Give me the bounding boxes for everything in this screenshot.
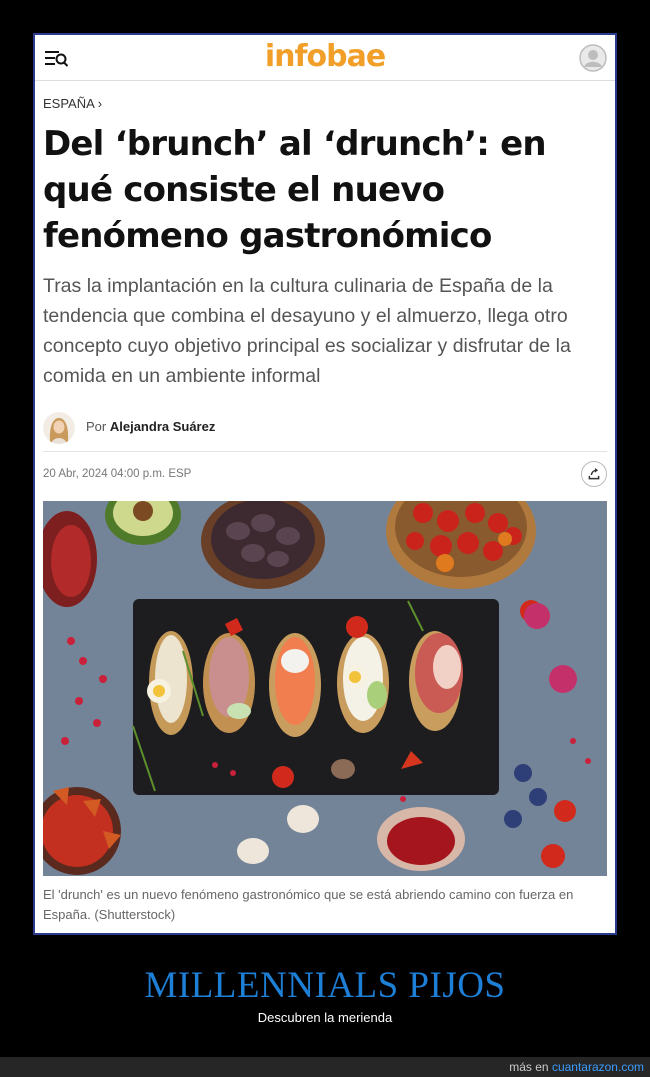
- article-headline: Del ‘brunch’ al ‘drunch’: en qué consist…: [43, 124, 547, 256]
- author-avatar[interactable]: [43, 412, 75, 444]
- footer-prefix: más en: [509, 1060, 549, 1074]
- image-caption: El 'drunch' es un nuevo fenómeno gastron…: [43, 887, 574, 922]
- share-icon[interactable]: [581, 461, 607, 487]
- breadcrumb-section[interactable]: ESPAÑA ›: [43, 96, 102, 111]
- publish-date: 20 Abr, 2024 04:00 p.m. ESP: [43, 468, 192, 480]
- user-avatar-icon[interactable]: [579, 44, 607, 72]
- meme-subtitle: Descubren la merienda: [257, 1010, 393, 1025]
- article-screenshot-frame: infobae ESPAÑA › Del ‘brunch’ al ‘drunch…: [33, 33, 617, 935]
- article-subheadline: Tras la implantación en la cultura culin…: [43, 275, 571, 387]
- author-name-link[interactable]: Alejandra Suárez: [110, 419, 216, 434]
- chevron-right-icon: ›: [97, 96, 103, 111]
- footer-text: más en cuantarazon.com: [509, 1060, 644, 1074]
- site-logo[interactable]: infobae: [35, 39, 615, 74]
- footer-bar: más en cuantarazon.com: [0, 1057, 650, 1077]
- author-prefix: Por: [86, 419, 107, 434]
- footer-site-link[interactable]: cuantarazon.com: [552, 1060, 644, 1074]
- meme-title: MILLENNIALS PIJOS: [144, 965, 506, 1006]
- divider: [43, 451, 607, 452]
- author-byline: Por Alejandra Suárez: [43, 409, 607, 449]
- section-label[interactable]: ESPAÑA: [43, 96, 94, 111]
- site-header: infobae: [35, 35, 615, 81]
- author-text: Por Alejandra Suárez: [86, 419, 215, 434]
- article-hero-image: [43, 501, 607, 876]
